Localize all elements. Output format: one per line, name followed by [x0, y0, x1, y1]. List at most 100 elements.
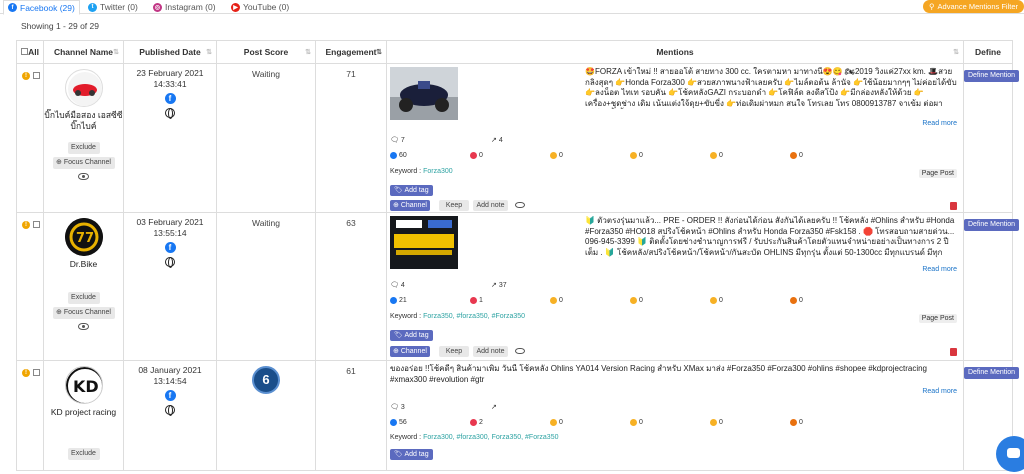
channel-name[interactable]: บิ๊กไบค์มือสอง เอสซีซี บิ๊กไบค์	[44, 110, 123, 132]
svg-text:KD: KD	[73, 377, 99, 396]
keep-button[interactable]: Keep	[439, 200, 469, 211]
add-tag-button[interactable]: 🏷 Add tag	[390, 185, 433, 196]
add-tag-button[interactable]: 🏷 Add tag	[390, 449, 433, 460]
chat-widget-button[interactable]	[996, 436, 1024, 472]
sort-icon[interactable]: ⇅	[953, 48, 959, 56]
eye-icon[interactable]	[78, 173, 89, 180]
channel-name[interactable]: Dr.Bike	[44, 259, 123, 270]
select-all-checkbox[interactable]	[21, 48, 29, 55]
post-image[interactable]	[390, 67, 458, 120]
reaction-value: 56	[399, 419, 407, 426]
share-count: ↗ 37	[491, 281, 507, 290]
exclude-button[interactable]: Exclude	[67, 292, 100, 304]
reaction-like: 21	[390, 297, 407, 304]
reaction-sad: 0	[710, 152, 723, 159]
sad-icon	[710, 297, 717, 304]
like-icon	[390, 297, 397, 304]
mentions-header[interactable]: Mentions ⇅	[386, 40, 964, 64]
showing-count: Showing 1 - 29 of 29	[21, 21, 99, 31]
read-more-link[interactable]: Read more	[922, 120, 957, 127]
row-checkbox[interactable]	[33, 72, 40, 79]
facebook-icon[interactable]: f	[164, 93, 176, 104]
exclude-button[interactable]: Exclude	[67, 142, 100, 154]
published-header[interactable]: Published Date ⇅	[123, 40, 217, 64]
published-cell: 03 February 2021 13:55:14 f	[123, 212, 217, 361]
keep-button[interactable]: Keep	[439, 346, 469, 357]
angry-icon	[790, 152, 797, 159]
read-more-link[interactable]: Read more	[922, 266, 957, 273]
published-date: 23 February 2021 14:33:41	[124, 68, 216, 90]
engagement-header[interactable]: Engagement ⇅	[315, 40, 387, 64]
comments-value: 3	[400, 403, 405, 411]
reaction-value: 0	[639, 152, 643, 159]
engagement-cell: 71	[315, 63, 387, 213]
score-cell: Waiting	[216, 63, 316, 213]
trash-icon[interactable]	[950, 202, 957, 210]
engagement-cell: 61	[315, 360, 387, 471]
reaction-wow: 0	[630, 419, 643, 426]
focus-channel-button[interactable]: ⊕ Focus Channel	[52, 307, 115, 319]
exclude-button[interactable]: Exclude	[67, 448, 100, 460]
tab-instagram[interactable]: ◎ Instagram (0)	[153, 0, 216, 14]
tab-facebook[interactable]: f Facebook (29)	[3, 0, 80, 15]
add-note-button[interactable]: Add note	[473, 346, 508, 357]
like-icon	[390, 419, 397, 426]
keyword-line: Keyword : Forza300	[390, 168, 453, 175]
facebook-icon[interactable]: f	[164, 242, 176, 253]
define-mention-button[interactable]: Define Mention	[964, 70, 1019, 82]
page-post-badge: Page Post	[918, 314, 957, 323]
love-icon	[470, 297, 477, 304]
wow-icon	[630, 152, 637, 159]
advance-filter-button[interactable]: ⚲ Advance Mentions Filter	[923, 0, 1024, 13]
add-note-button[interactable]: Add note	[473, 200, 508, 211]
define-mention-button[interactable]: Define Mention	[964, 219, 1019, 231]
engagement-value: 63	[346, 218, 356, 228]
channel-button[interactable]: ⊕ Channel	[390, 346, 430, 357]
channel-button[interactable]: ⊕ Channel	[390, 200, 430, 211]
tab-youtube[interactable]: ▶ YouTube (0)	[231, 0, 289, 14]
engagement-cell: 63	[315, 212, 387, 361]
post-score: Waiting	[251, 218, 281, 228]
trash-icon[interactable]	[950, 348, 957, 356]
row-checkbox[interactable]	[33, 369, 40, 376]
twitter-icon: t	[88, 2, 97, 12]
avatar[interactable]	[64, 69, 103, 107]
facebook-icon[interactable]: f	[164, 390, 176, 401]
channel-name[interactable]: KD project racing	[44, 407, 123, 418]
add-tag-button[interactable]: 🏷 Add tag	[390, 330, 433, 341]
reaction-value: 0	[479, 152, 483, 159]
avatar[interactable]: KD	[64, 366, 103, 404]
focus-label: Focus Channel	[63, 159, 111, 166]
wow-icon	[630, 297, 637, 304]
channel-header[interactable]: Channel Name ⇅	[43, 40, 124, 64]
read-more-link[interactable]: Read more	[922, 388, 957, 395]
haha-icon	[550, 419, 557, 426]
keyword-line: Keyword : Forza300, #forza300, Forza350,…	[390, 434, 559, 441]
reaction-value: 0	[559, 297, 563, 304]
tab-twitter[interactable]: t Twitter (0)	[88, 0, 138, 14]
tab-label: Instagram (0)	[165, 2, 216, 12]
channel-header-label: Channel Name	[53, 47, 114, 57]
sort-icon[interactable]: ⇅	[113, 48, 119, 56]
define-mention-button[interactable]: Define Mention	[964, 367, 1019, 379]
score-header[interactable]: Post Score ⇅	[216, 40, 316, 64]
add-tag-label: Add tag	[404, 187, 429, 194]
reaction-value: 0	[719, 297, 723, 304]
reaction-value: 60	[399, 152, 407, 159]
post-score: Waiting	[251, 69, 281, 79]
eye-icon[interactable]	[78, 323, 89, 330]
reaction-value: 0	[799, 152, 803, 159]
focus-channel-button[interactable]: ⊕ Focus Channel	[52, 157, 115, 169]
eye-icon[interactable]	[515, 348, 525, 354]
sort-desc-icon[interactable]: ⇅	[376, 48, 382, 56]
avatar[interactable]: 77	[64, 218, 103, 256]
post-image[interactable]	[390, 216, 458, 269]
date-text: 08 January 2021	[138, 365, 202, 375]
sort-icon[interactable]: ⇅	[206, 48, 212, 56]
row-checkbox[interactable]	[33, 221, 40, 228]
eye-icon[interactable]	[515, 202, 525, 208]
sort-icon[interactable]: ⇅	[305, 48, 311, 56]
select-all-header[interactable]: All	[16, 40, 44, 64]
mention-cell: ของอร่อย !!โช้คดีๆ สินค้ามาเพิ่ม วันนี้ …	[386, 360, 964, 471]
time-text: 13:14:54	[153, 376, 187, 386]
